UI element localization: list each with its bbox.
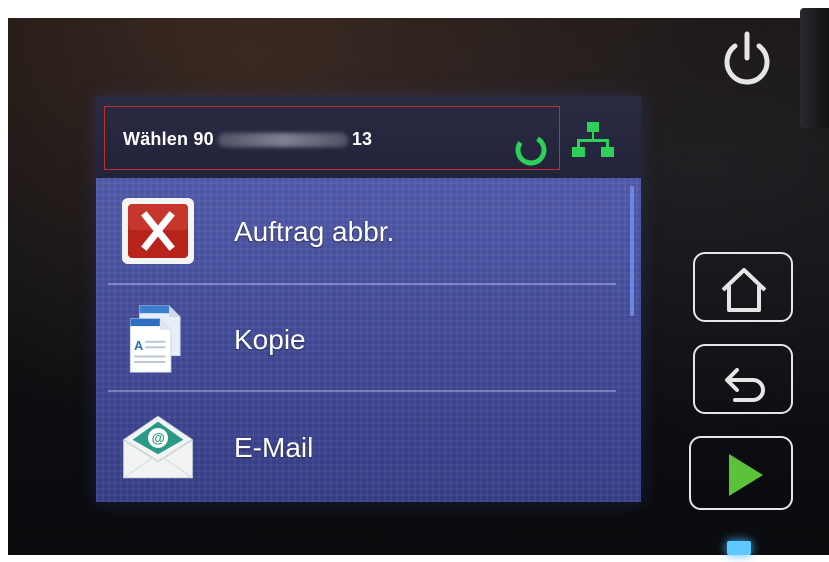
power-icon[interactable] (716, 28, 778, 90)
scrollbar-thumb[interactable] (630, 186, 634, 316)
back-button[interactable] (693, 344, 793, 414)
busy-spinner-icon (515, 134, 547, 166)
photo-border-left (0, 0, 8, 562)
svg-text:A: A (134, 338, 143, 353)
start-button[interactable] (689, 436, 793, 510)
back-icon (725, 368, 765, 402)
menu-divider (108, 283, 616, 285)
svg-text:@: @ (152, 430, 165, 445)
printer-control-panel: Wählen 90 13 Auftrag abbr. A Kopie @ E-M… (0, 0, 829, 562)
cancel-job-icon (122, 198, 194, 264)
menu-item-label: E-Mail (234, 432, 314, 463)
home-icon (721, 268, 767, 312)
network-icon[interactable] (572, 120, 614, 160)
copy-icon: A (129, 305, 181, 373)
menu-item-copy[interactable]: A Kopie (96, 286, 626, 390)
menu-item-label: Auftrag abbr. (234, 216, 395, 247)
home-button[interactable] (693, 252, 793, 322)
status-led (727, 541, 751, 555)
touch-screen: Wählen 90 13 Auftrag abbr. A Kopie @ E-M… (96, 96, 641, 502)
menu-divider (108, 390, 616, 392)
dialing-text: Wählen 90 13 (123, 129, 372, 150)
main-menu-list: Auftrag abbr. A Kopie @ E-Mail (96, 178, 641, 502)
dialing-status[interactable]: Wählen 90 13 (104, 106, 560, 170)
menu-scrollbar[interactable] (626, 178, 641, 502)
dialing-number-suffix: 13 (351, 129, 373, 149)
menu-item-cancel-job[interactable]: Auftrag abbr. (96, 178, 626, 282)
start-icon (729, 454, 763, 496)
photo-border-top (0, 0, 829, 18)
redacted-number (217, 133, 348, 148)
menu-item-email[interactable]: @ E-Mail (96, 394, 626, 498)
photo-border-bottom (0, 555, 829, 562)
dialing-number-prefix: Wählen 90 (123, 129, 214, 149)
device-bezel (800, 8, 829, 128)
email-icon: @ (123, 415, 193, 479)
status-bar: Wählen 90 13 (96, 96, 641, 178)
menu-item-label: Kopie (234, 324, 306, 355)
